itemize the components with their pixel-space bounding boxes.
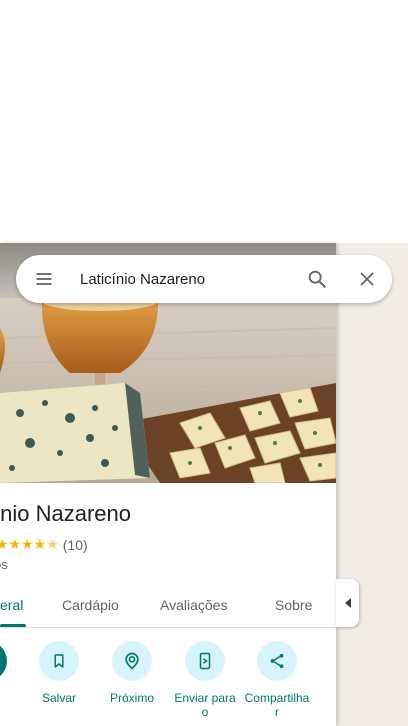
- chevron-left-icon: [344, 598, 351, 608]
- search-bar: [16, 255, 392, 303]
- nearby-icon: [112, 641, 152, 681]
- send-to-phone-label: Enviar para o: [174, 691, 236, 719]
- save-label: Salvar: [41, 691, 76, 705]
- menu-icon[interactable]: [16, 255, 72, 303]
- directions-icon: [0, 641, 7, 681]
- bookmark-icon: [39, 641, 79, 681]
- rating-stars: ★★★★★: [0, 536, 59, 552]
- tab-overview[interactable]: eral: [0, 597, 23, 613]
- search-input[interactable]: [72, 259, 292, 299]
- nearby-label: Próximo: [109, 691, 154, 705]
- save-button[interactable]: Salvar: [24, 641, 94, 705]
- place-tabs: eral Cardápio Avaliações Sobre: [0, 585, 336, 628]
- place-title: ínio Nazareno: [0, 501, 131, 526]
- tab-menu[interactable]: Cardápio: [62, 597, 119, 613]
- tab-reviews[interactable]: Avaliações: [160, 597, 227, 613]
- review-count[interactable]: (10): [63, 537, 88, 553]
- directions-button[interactable]: s: [0, 641, 22, 705]
- share-button[interactable]: Compartilha r: [242, 641, 312, 719]
- place-panel: ínio Nazareno ★★★★★ (10) os eral Cardápi…: [0, 243, 336, 726]
- action-buttons: s Salvar Próximo Enviar para o Compartil…: [0, 641, 336, 726]
- tab-about[interactable]: Sobre: [275, 597, 312, 613]
- send-to-phone-button[interactable]: Enviar para o: [170, 641, 240, 719]
- share-icon: [257, 641, 297, 681]
- directions-label: s: [0, 691, 22, 705]
- share-label: Compartilha r: [244, 691, 310, 719]
- place-category[interactable]: os: [0, 557, 8, 572]
- map-canvas[interactable]: [336, 243, 408, 726]
- collapse-panel-button[interactable]: [336, 579, 359, 627]
- close-icon[interactable]: [342, 255, 392, 303]
- send-to-phone-icon: [185, 641, 225, 681]
- search-icon[interactable]: [292, 255, 342, 303]
- rating-row[interactable]: ★★★★★ (10): [0, 536, 88, 553]
- active-tab-indicator: [0, 624, 26, 627]
- nearby-button[interactable]: Próximo: [97, 641, 167, 705]
- blank-header-area: [0, 0, 408, 243]
